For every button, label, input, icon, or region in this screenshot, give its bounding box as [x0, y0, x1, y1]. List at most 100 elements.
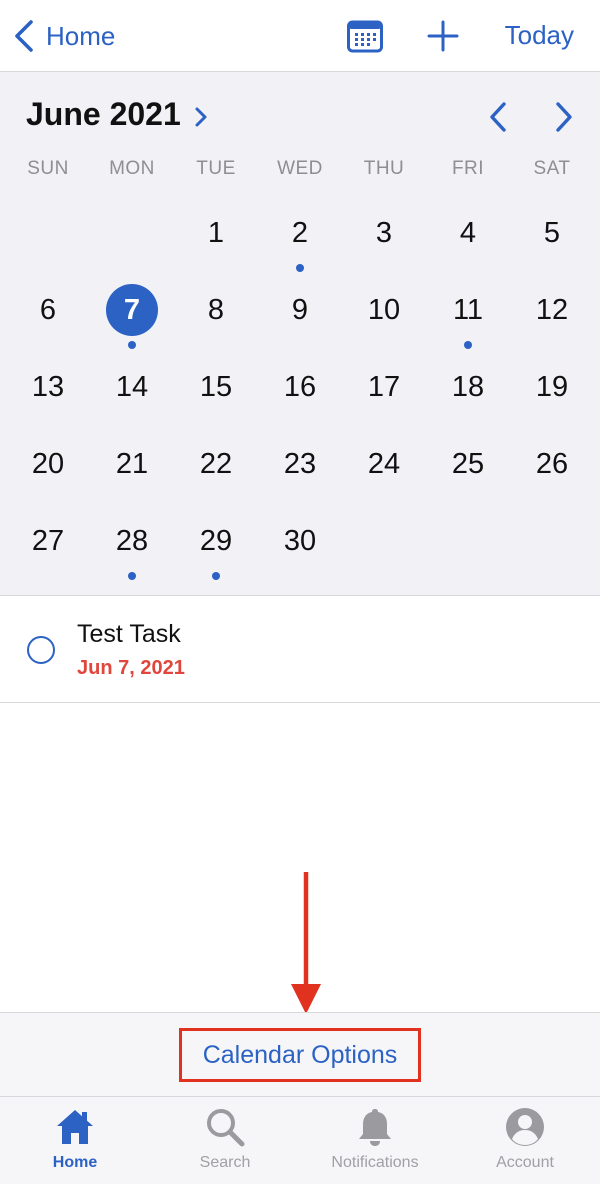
month-calendar: June 2021 SUN MON TUE WED THU FRI SAT 12345678… — [0, 72, 600, 596]
day-cell-21[interactable]: 21 — [90, 431, 174, 508]
navigation-bar: Home Today — [0, 0, 600, 72]
day-number: 27 — [31, 525, 65, 557]
tab-notifications[interactable]: Notifications — [300, 1097, 450, 1184]
day-cell-10[interactable]: 10 — [342, 277, 426, 354]
empty-day-cell — [342, 508, 426, 585]
day-number: 21 — [115, 448, 149, 480]
day-cell-16[interactable]: 16 — [258, 354, 342, 431]
tab-home[interactable]: Home — [0, 1097, 150, 1184]
day-cell-4[interactable]: 4 — [426, 200, 510, 277]
day-grid: 1 2 3 4 5 6 7 8 9 10 11 12 13 14 15 16 17 18 19 20 21 22 23 24 2… — [6, 200, 594, 585]
empty-day-cell — [6, 200, 90, 277]
weekday-header: SUN MON TUE WED THU FRI SAT — [6, 158, 594, 180]
annotation-highlight-box: Calendar Options — [179, 1028, 421, 1082]
calendar-options-bar: Calendar Options — [0, 1012, 600, 1096]
task-due-date: Jun 7, 2021 — [77, 657, 185, 679]
day-cell-15[interactable]: 15 — [174, 354, 258, 431]
day-number: 30 — [283, 525, 317, 557]
calendar-week-row: 1 2 3 4 5 — [6, 200, 594, 277]
day-cell-7[interactable]: 7 — [90, 277, 174, 354]
calendar-week-row: 27 28 29 30 — [6, 508, 594, 585]
house-icon — [57, 1110, 93, 1144]
day-number: 4 — [459, 217, 477, 249]
empty-day-cell — [90, 200, 174, 277]
previous-month-button[interactable] — [486, 100, 510, 134]
day-cell-6[interactable]: 6 — [6, 277, 90, 354]
day-number: 11 — [452, 294, 484, 326]
day-cell-30[interactable]: 30 — [258, 508, 342, 585]
back-button[interactable]: Home — [12, 16, 115, 56]
day-number: 16 — [283, 371, 317, 403]
calendar-week-row: 20 21 22 23 24 25 26 — [6, 431, 594, 508]
day-cell-22[interactable]: 22 — [174, 431, 258, 508]
day-cell-9[interactable]: 9 — [258, 277, 342, 354]
weekday-label: TUE — [196, 158, 236, 179]
month-title[interactable]: June 2021 — [26, 96, 181, 133]
day-cell-27[interactable]: 27 — [6, 508, 90, 585]
search-icon — [207, 1109, 245, 1147]
day-cell-14[interactable]: 14 — [90, 354, 174, 431]
day-number: 22 — [199, 448, 233, 480]
task-row[interactable]: Test Task Jun 7, 2021 — [0, 596, 600, 703]
day-cell-12[interactable]: 12 — [510, 277, 594, 354]
day-cell-2[interactable]: 2 — [258, 200, 342, 277]
event-indicator-dot — [212, 572, 220, 580]
tab-search[interactable]: Search — [150, 1097, 300, 1184]
day-number: 7 — [106, 284, 158, 336]
weekday-label: WED — [277, 158, 323, 179]
tab-search-label: Search — [199, 1154, 251, 1171]
tab-home-label: Home — [52, 1154, 98, 1171]
day-cell-11[interactable]: 11 — [426, 277, 510, 354]
day-number: 9 — [291, 294, 309, 326]
day-number: 6 — [39, 294, 57, 326]
day-cell-26[interactable]: 26 — [510, 431, 594, 508]
person-icon — [506, 1108, 544, 1146]
bell-icon — [359, 1109, 391, 1146]
weekday-label: MON — [109, 158, 155, 179]
weekday-label: SAT — [533, 158, 571, 179]
day-cell-24[interactable]: 24 — [342, 431, 426, 508]
day-number: 13 — [31, 371, 65, 403]
day-number: 17 — [367, 371, 401, 403]
day-cell-1[interactable]: 1 — [174, 200, 258, 277]
calendar-options-button[interactable]: Calendar Options — [203, 1041, 398, 1070]
day-cell-23[interactable]: 23 — [258, 431, 342, 508]
day-number: 15 — [199, 371, 233, 403]
calendar-week-row: 6 7 8 9 10 11 12 — [6, 277, 594, 354]
day-cell-29[interactable]: 29 — [174, 508, 258, 585]
day-cell-17[interactable]: 17 — [342, 354, 426, 431]
annotation-arrow — [291, 872, 321, 1014]
weekday-label: SUN — [27, 158, 69, 179]
empty-day-cell — [510, 508, 594, 585]
calendar-week-row: 13 14 15 16 17 18 19 — [6, 354, 594, 431]
day-cell-3[interactable]: 3 — [342, 200, 426, 277]
tab-notifications-label: Notifications — [331, 1154, 419, 1171]
tab-account[interactable]: Account — [450, 1097, 600, 1184]
day-cell-28[interactable]: 28 — [90, 508, 174, 585]
chevron-right-icon[interactable] — [193, 106, 209, 128]
day-cell-13[interactable]: 13 — [6, 354, 90, 431]
tab-account-label: Account — [496, 1154, 554, 1171]
day-number: 24 — [367, 448, 401, 480]
day-cell-18[interactable]: 18 — [426, 354, 510, 431]
chevron-left-icon — [15, 20, 33, 52]
today-button[interactable]: Today — [505, 20, 574, 51]
day-number: 29 — [199, 525, 233, 557]
day-cell-19[interactable]: 19 — [510, 354, 594, 431]
add-button[interactable] — [427, 20, 459, 52]
day-cell-25[interactable]: 25 — [426, 431, 510, 508]
next-month-button[interactable] — [552, 100, 576, 134]
event-indicator-dot — [296, 264, 304, 272]
day-cell-8[interactable]: 8 — [174, 277, 258, 354]
calendar-view-icon[interactable] — [347, 19, 383, 53]
event-indicator-dot — [464, 341, 472, 349]
day-number: 14 — [115, 371, 149, 403]
day-cell-5[interactable]: 5 — [510, 200, 594, 277]
task-title: Test Task — [77, 620, 181, 648]
weekday-label: FRI — [451, 158, 485, 179]
day-number: 25 — [451, 448, 485, 480]
task-complete-checkbox[interactable] — [27, 636, 55, 664]
tab-bar: Home Search Notifications Account — [0, 1096, 600, 1184]
day-number: 26 — [535, 448, 569, 480]
day-cell-20[interactable]: 20 — [6, 431, 90, 508]
